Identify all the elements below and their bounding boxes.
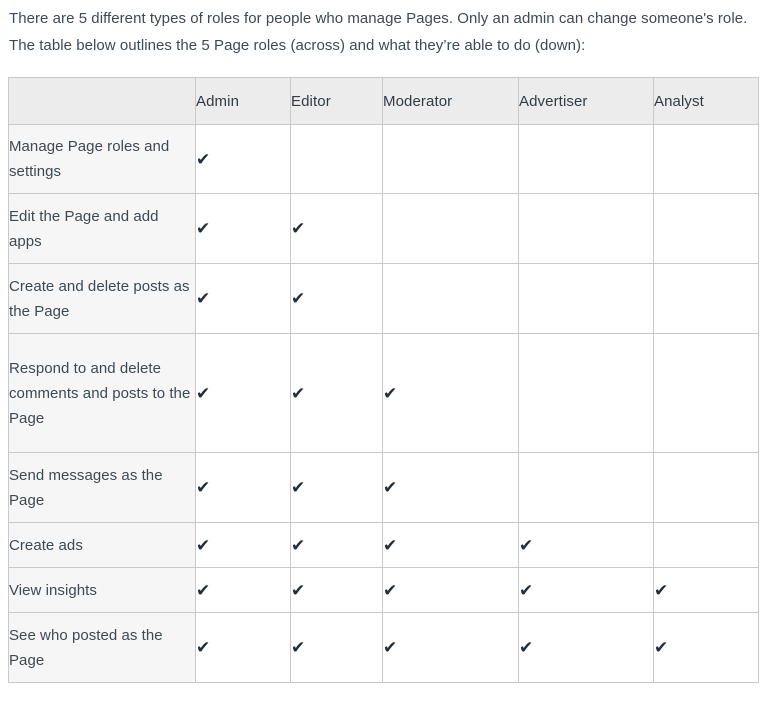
cell-editor <box>290 124 383 194</box>
row-task-label: Edit the Page and add apps <box>8 193 196 264</box>
table-body: Manage Page roles and settings ✔ Edit the … <box>8 124 759 683</box>
cell-editor: ✔ <box>290 452 383 523</box>
table-row: Create ads ✔ ✔ ✔ ✔ <box>8 522 759 568</box>
table-row: View insights ✔ ✔ ✔ ✔ ✔ <box>8 567 759 613</box>
cell-editor: ✔ <box>290 263 383 334</box>
check-icon: ✔ <box>291 289 306 309</box>
cell-moderator <box>382 193 519 264</box>
table-corner-cell <box>8 77 196 125</box>
column-header-moderator: Moderator <box>382 77 519 125</box>
cell-admin: ✔ <box>195 452 291 523</box>
cell-admin: ✔ <box>195 193 291 264</box>
cell-moderator <box>382 124 519 194</box>
check-icon: ✔ <box>291 478 306 498</box>
cell-moderator: ✔ <box>382 612 519 683</box>
check-icon: ✔ <box>383 638 398 658</box>
row-task-label: Create and delete posts as the Page <box>8 263 196 334</box>
table-row: Respond to and delete comments and posts… <box>8 333 759 453</box>
cell-moderator: ✔ <box>382 452 519 523</box>
check-icon: ✔ <box>196 535 211 556</box>
cell-advertiser <box>518 263 654 334</box>
column-header-admin: Admin <box>195 77 291 125</box>
cell-analyst <box>653 333 759 453</box>
table-row: Send messages as the Page ✔ ✔ ✔ <box>8 452 759 523</box>
cell-analyst <box>653 193 759 264</box>
check-icon: ✔ <box>654 638 669 658</box>
table-row: Edit the Page and add apps ✔ ✔ <box>8 193 759 264</box>
column-header-editor: Editor <box>290 77 383 125</box>
row-task-label: Send messages as the Page <box>8 452 196 523</box>
cell-admin: ✔ <box>195 263 291 334</box>
check-icon: ✔ <box>196 383 211 404</box>
cell-moderator <box>382 263 519 334</box>
row-task-label: See who posted as the Page <box>8 612 196 683</box>
check-icon: ✔ <box>196 478 211 498</box>
cell-editor: ✔ <box>290 567 383 613</box>
cell-advertiser: ✔ <box>518 522 654 568</box>
cell-editor: ✔ <box>290 333 383 453</box>
table-row: Create and delete posts as the Page ✔ ✔ <box>8 263 759 334</box>
check-icon: ✔ <box>383 383 398 404</box>
cell-advertiser <box>518 333 654 453</box>
check-icon: ✔ <box>383 580 398 601</box>
check-icon: ✔ <box>291 580 306 601</box>
row-task-label: View insights <box>8 567 196 613</box>
check-icon: ✔ <box>291 638 306 658</box>
cell-editor: ✔ <box>290 612 383 683</box>
check-icon: ✔ <box>519 638 534 658</box>
check-icon: ✔ <box>519 580 534 601</box>
check-icon: ✔ <box>196 289 211 309</box>
cell-admin: ✔ <box>195 124 291 194</box>
cell-editor: ✔ <box>290 522 383 568</box>
check-icon: ✔ <box>291 383 306 404</box>
cell-advertiser <box>518 124 654 194</box>
page-roles-table: Admin Editor Moderator Advertiser Analys… <box>8 77 759 683</box>
table-row: See who posted as the Page ✔ ✔ ✔ ✔ ✔ <box>8 612 759 683</box>
check-icon: ✔ <box>196 149 211 170</box>
check-icon: ✔ <box>383 535 398 556</box>
intro-paragraph: There are 5 different types of roles for… <box>9 10 748 54</box>
cell-admin: ✔ <box>195 567 291 613</box>
table-header-row: Admin Editor Moderator Advertiser Analys… <box>8 77 759 125</box>
check-icon: ✔ <box>196 580 211 601</box>
column-header-advertiser: Advertiser <box>518 77 654 125</box>
cell-moderator: ✔ <box>382 567 519 613</box>
page-root: There are 5 different types of roles for… <box>0 0 770 709</box>
check-icon: ✔ <box>654 580 669 601</box>
check-icon: ✔ <box>196 638 211 658</box>
cell-analyst <box>653 452 759 523</box>
cell-advertiser: ✔ <box>518 567 654 613</box>
check-icon: ✔ <box>519 535 534 556</box>
cell-admin: ✔ <box>195 333 291 453</box>
cell-advertiser: ✔ <box>518 612 654 683</box>
row-task-label: Manage Page roles and settings <box>8 124 196 194</box>
cell-advertiser <box>518 193 654 264</box>
cell-analyst <box>653 124 759 194</box>
row-task-label: Create ads <box>8 522 196 568</box>
check-icon: ✔ <box>383 478 398 498</box>
check-icon: ✔ <box>196 219 211 239</box>
cell-analyst: ✔ <box>653 612 759 683</box>
page-roles-table-container: Admin Editor Moderator Advertiser Analys… <box>0 59 770 683</box>
cell-advertiser <box>518 452 654 523</box>
row-task-label: Respond to and delete comments and posts… <box>8 333 196 453</box>
table-header: Admin Editor Moderator Advertiser Analys… <box>8 77 759 125</box>
cell-admin: ✔ <box>195 522 291 568</box>
cell-moderator: ✔ <box>382 522 519 568</box>
cell-moderator: ✔ <box>382 333 519 453</box>
check-icon: ✔ <box>291 219 306 239</box>
cell-editor: ✔ <box>290 193 383 264</box>
cell-analyst <box>653 263 759 334</box>
column-header-analyst: Analyst <box>653 77 759 125</box>
cell-analyst <box>653 522 759 568</box>
check-icon: ✔ <box>291 535 306 556</box>
cell-analyst: ✔ <box>653 567 759 613</box>
cell-admin: ✔ <box>195 612 291 683</box>
table-row: Manage Page roles and settings ✔ <box>8 124 759 194</box>
